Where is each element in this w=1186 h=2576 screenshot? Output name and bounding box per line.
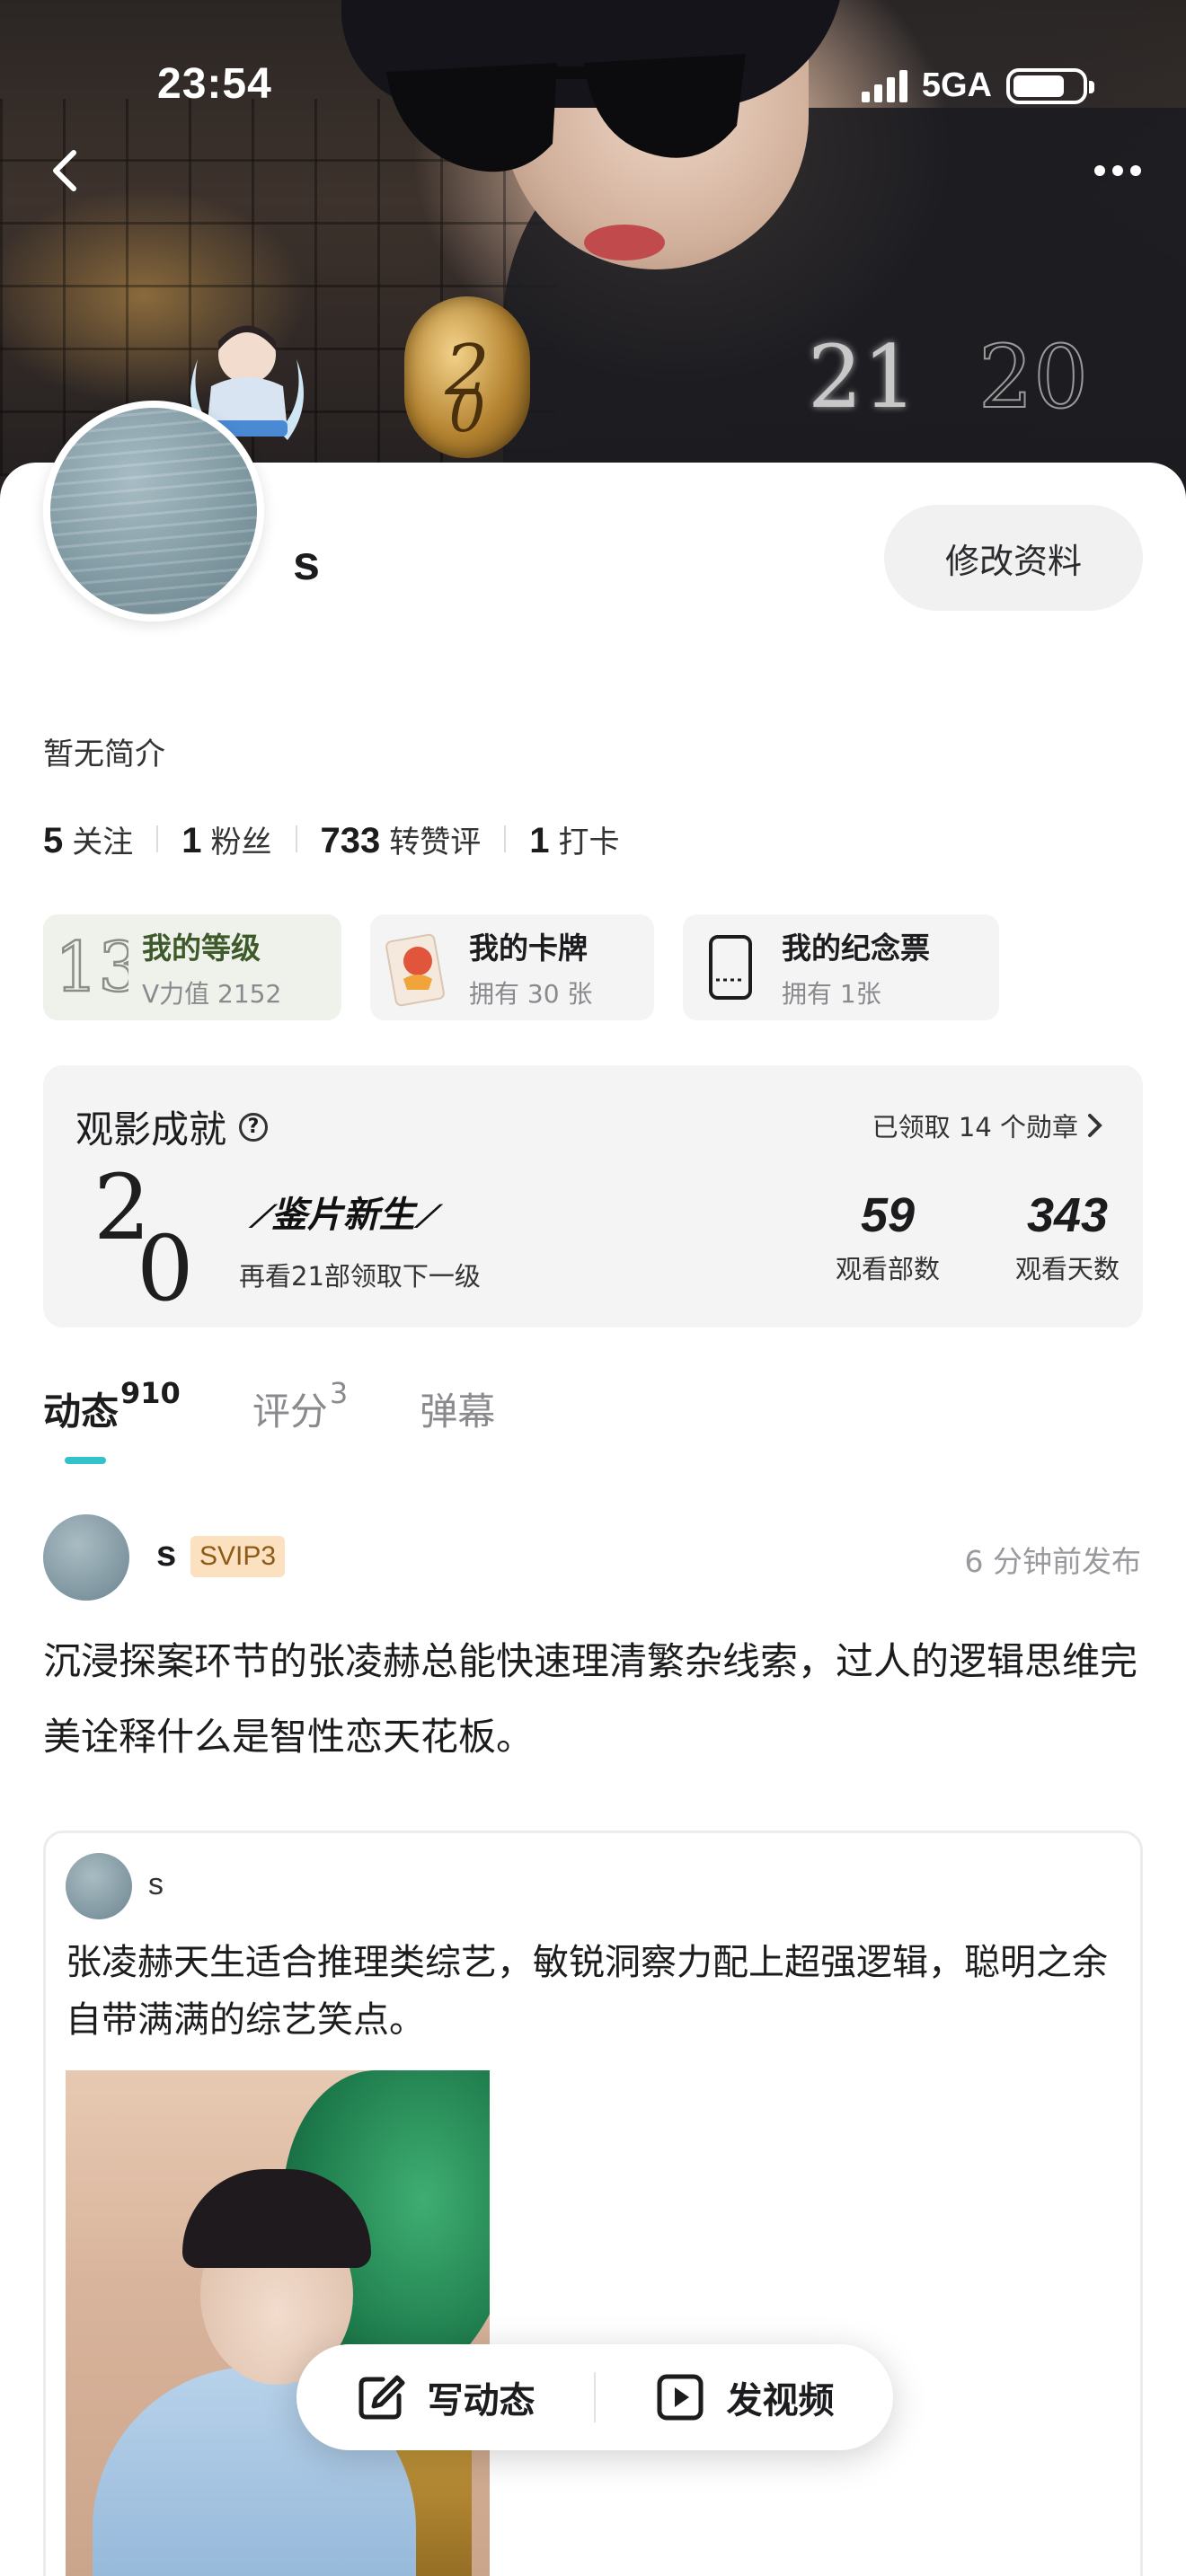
card-deck-icon (377, 922, 458, 1012)
achievement-badge-name: ⟋鉴片新生⟋ (250, 1195, 437, 1236)
signal-icon (861, 69, 907, 102)
tab-label: 弹幕 (420, 1389, 496, 1434)
profile-stats: 5 关注 1 粉丝 733 转赞评 1 打卡 (43, 812, 620, 866)
tab-posts[interactable]: 动态910 (43, 1376, 181, 1436)
my-cards-card[interactable]: 我的卡牌 拥有 30 张 (370, 914, 654, 1020)
ticket-icon (690, 922, 771, 1012)
stat-value: 1 (181, 820, 202, 860)
tab-count: 3 (329, 1376, 349, 1410)
card-title: 我的卡牌 (469, 931, 588, 966)
stat-label: 关注 (72, 824, 134, 860)
tab-ratings[interactable]: 评分3 (252, 1376, 348, 1436)
edit-profile-button[interactable]: 修改资料 (884, 505, 1143, 611)
quoted-post-text: 张凌赫天生适合推理类综艺，敏锐洞察力配上超强逻辑，聪明之余自带满满的综艺笑点。 (66, 1942, 1108, 2041)
tab-label: 评分 (252, 1389, 328, 1434)
my-ticket-card[interactable]: 我的纪念票 拥有 1张 (683, 914, 999, 1020)
back-arrow-icon[interactable] (40, 144, 93, 198)
vip-badge[interactable]: SVIP3 (190, 1536, 286, 1577)
stat-value: 5 (43, 820, 64, 860)
stat-label: 转赞评 (389, 824, 482, 860)
status-time: 23:54 (157, 60, 272, 108)
post-author-name[interactable]: s (156, 1534, 176, 1575)
outline-20-badge-icon[interactable]: 20 (970, 296, 1096, 458)
post-author-avatar[interactable] (43, 1514, 129, 1601)
card-title: 我的纪念票 (782, 931, 930, 966)
metric-label: 观看天数 (1014, 1254, 1120, 1284)
stat-followers[interactable]: 1 粉丝 (181, 817, 271, 861)
stat-divider (504, 825, 507, 852)
write-post-label: 写动态 (427, 2380, 535, 2422)
metric-value: 59 (860, 1188, 916, 1242)
floating-action-bar: 写动态 发视频 (296, 2344, 893, 2450)
banner-sunglasses (386, 54, 746, 172)
more-options-icon[interactable] (1082, 144, 1154, 198)
network-label: 5GA (921, 66, 992, 104)
battery-icon (1006, 67, 1094, 104)
watched-days-metric: 343 观看天数 (996, 1187, 1139, 1286)
tab-count: 910 (120, 1376, 181, 1410)
stat-checkins[interactable]: 1 打卡 (529, 817, 619, 861)
chevron-right-icon (1088, 1114, 1102, 1137)
silver-21-badge-icon[interactable]: 21 (800, 296, 925, 458)
stat-following[interactable]: 5 关注 (43, 817, 133, 861)
stat-interactions[interactable]: 733 转赞评 (321, 817, 482, 861)
card-subtitle: 拥有 30 张 (469, 979, 593, 1009)
stat-label: 粉丝 (210, 824, 272, 860)
achievement-title-text: 观影成就 (75, 1107, 227, 1151)
card-title: 我的等级 (142, 931, 261, 966)
quoted-post-image[interactable] (66, 2070, 490, 2576)
card-subtitle: V力值 2152 (142, 979, 282, 1009)
post-video-button[interactable]: 发视频 (596, 2344, 893, 2450)
watched-count-metric: 59 观看部数 (816, 1187, 960, 1286)
banner-figure-lips (584, 225, 665, 260)
stat-divider (156, 825, 159, 852)
achievement-level-badge-icon: 20 (93, 1155, 194, 1321)
tab-danmaku[interactable]: 弹幕 (420, 1381, 495, 1436)
edit-icon (358, 2375, 404, 2420)
gold-20-badge-icon[interactable]: 20 (404, 296, 530, 458)
my-level-card[interactable]: 13 我的等级 V力值 2152 (43, 914, 341, 1020)
metric-label: 观看部数 (835, 1254, 940, 1284)
post-video-label: 发视频 (726, 2380, 835, 2422)
play-video-icon (657, 2374, 703, 2421)
content-tabs: 动态910 评分3 弹幕 (43, 1376, 495, 1436)
quoted-author-name[interactable]: s (148, 1867, 164, 1902)
achievement-title: 观影成就 ? (75, 1099, 269, 1154)
write-post-button[interactable]: 写动态 (296, 2344, 594, 2450)
svg-text:13: 13 (55, 927, 128, 1007)
quoted-post[interactable]: s 张凌赫天生适合推理类综艺，敏锐洞察力配上超强逻辑，聪明之余自带满满的综艺笑点… (43, 1831, 1143, 2576)
medals-link[interactable]: 已领取 14 个勋章 (872, 1107, 1105, 1144)
active-tab-indicator (65, 1457, 106, 1464)
viewing-achievement-panel[interactable]: 观影成就 ? 已领取 14 个勋章 20 ⟋鉴片新生⟋ 再看21部领取下一级 5… (43, 1065, 1143, 1328)
profile-username: s (293, 536, 321, 590)
profile-bio: 暂无简介 (43, 737, 165, 772)
status-indicators: 5GA (861, 66, 1094, 105)
tab-label: 动态 (43, 1389, 119, 1434)
stat-label: 打卡 (558, 824, 620, 860)
post-text[interactable]: 沉浸探案环节的张凌赫总能快速理清繁杂线索，过人的逻辑思维完美诠释什么是智性恋天花… (43, 1624, 1157, 1775)
stat-value: 733 (320, 820, 381, 860)
avatar[interactable] (43, 401, 264, 622)
metric-value: 343 (1026, 1188, 1109, 1242)
next-level-hint: 再看21部领取下一级 (239, 1261, 481, 1292)
help-icon[interactable]: ? (239, 1112, 269, 1142)
post-timestamp: 6 分钟前发布 (964, 1544, 1142, 1579)
card-subtitle: 拥有 1张 (782, 979, 881, 1009)
level-badge-icon: 13 (50, 922, 131, 1012)
badge-name-text: 鉴片新生 (270, 1195, 415, 1236)
quoted-author-avatar[interactable] (66, 1853, 132, 1919)
stat-value: 1 (529, 820, 550, 860)
medals-link-text: 已领取 14 个勋章 (872, 1112, 1078, 1142)
stat-divider (295, 825, 297, 852)
